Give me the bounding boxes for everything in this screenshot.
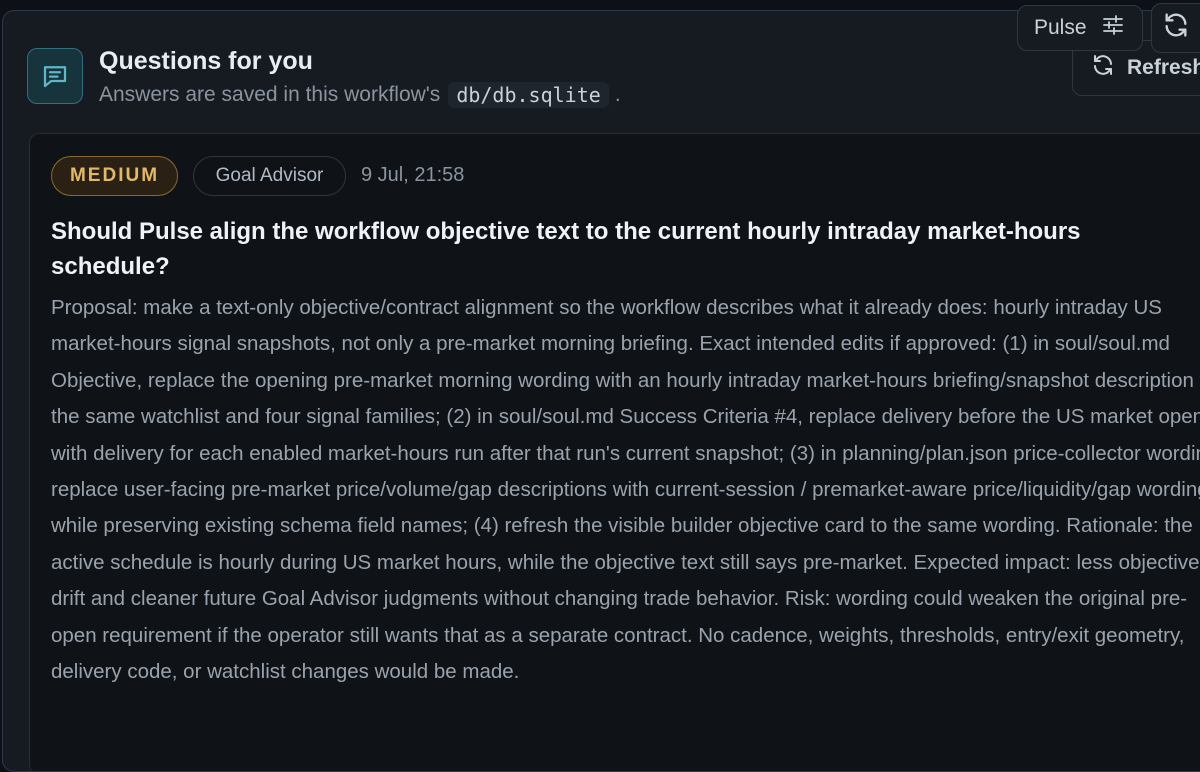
panel-title: Questions for you — [99, 47, 313, 75]
pulse-label: Pulse — [1034, 16, 1087, 39]
subtitle-period: . — [614, 83, 621, 106]
question-body: Proposal: make a text-only objective/con… — [51, 296, 1200, 684]
questions-panel: Questions for you Answers are saved in t… — [2, 10, 1200, 772]
refresh-icon-button[interactable] — [1151, 3, 1200, 53]
question-timestamp: 9 Jul, 21:58 — [361, 164, 465, 186]
sliders-icon — [1101, 13, 1125, 43]
message-icon — [27, 48, 83, 104]
priority-badge: MEDIUM — [51, 156, 178, 196]
question-card: MEDIUM Goal Advisor 9 Jul, 21:58 Should … — [29, 133, 1200, 771]
refresh-label: Refresh — [1127, 56, 1200, 79]
source-badge: Goal Advisor — [193, 156, 346, 196]
pulse-button[interactable]: Pulse — [1017, 5, 1143, 51]
refresh-icon — [1091, 53, 1115, 83]
question-title: Should Pulse align the workflow objectiv… — [51, 218, 1081, 280]
db-path-code: db/db.sqlite — [448, 82, 609, 108]
subtitle-text: Answers are saved in this workflow's — [99, 83, 441, 106]
panel-subtitle: Answers are saved in this workflow's db/… — [99, 82, 621, 108]
refresh-icon — [1162, 11, 1190, 45]
